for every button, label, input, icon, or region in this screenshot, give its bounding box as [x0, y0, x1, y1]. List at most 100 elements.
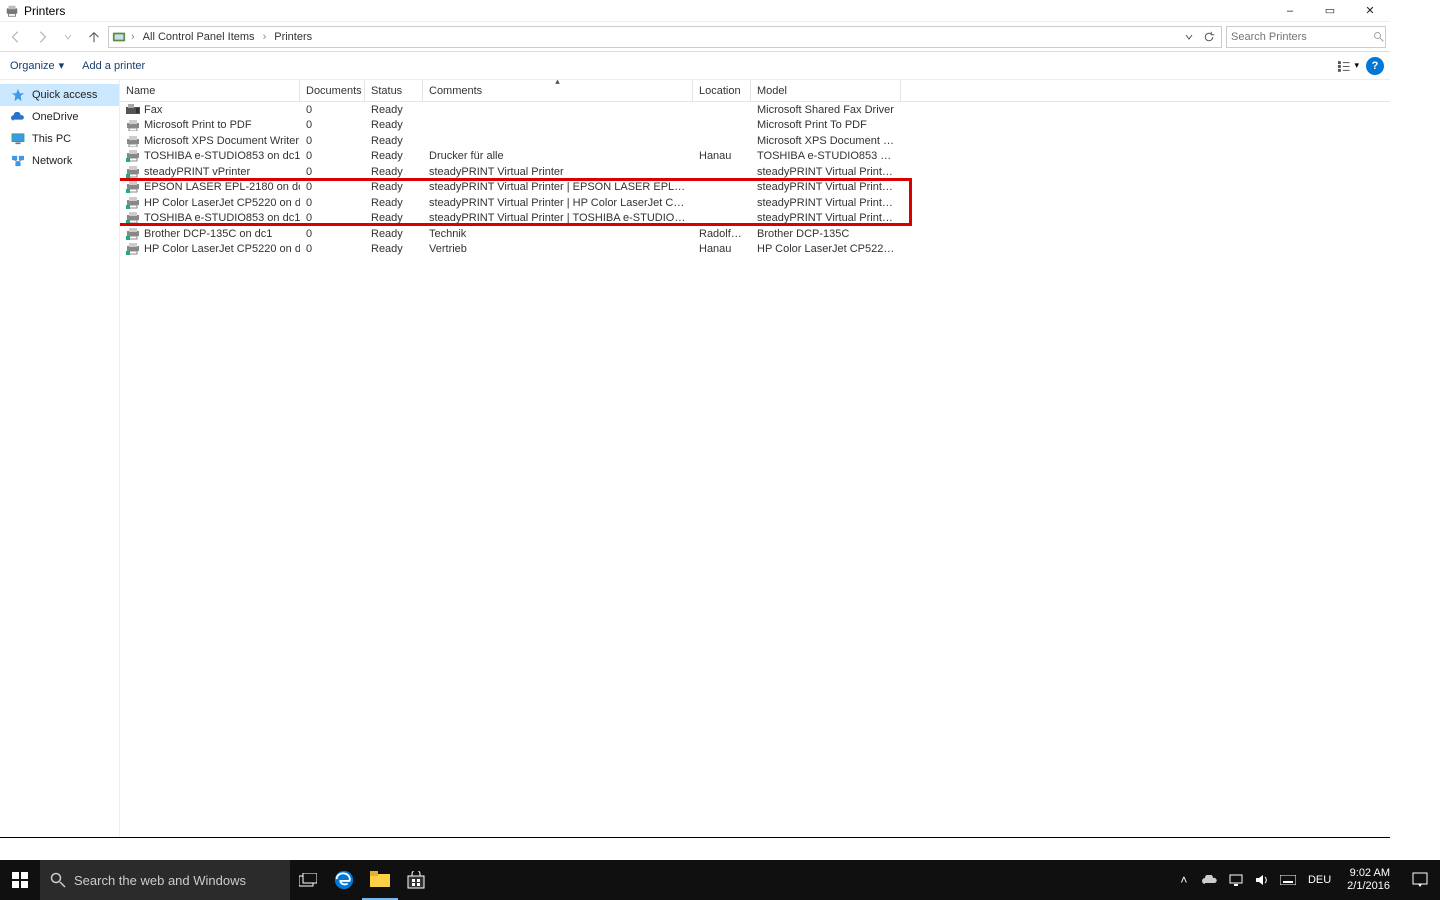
- system-tray: ˄ DEU 9:02 AM 2/1/2016: [1174, 860, 1440, 900]
- printer-status: Ready: [365, 228, 423, 240]
- printer-model: Microsoft Print To PDF: [751, 119, 901, 131]
- printer-row[interactable]: EPSON LASER EPL-2180 on dc1 vDirect0Read…: [120, 180, 1390, 196]
- search-input[interactable]: [1231, 31, 1373, 43]
- start-button[interactable]: [0, 860, 40, 900]
- help-button[interactable]: ?: [1366, 57, 1384, 75]
- printer-documents: 0: [300, 135, 365, 147]
- printer-icon: [126, 166, 140, 178]
- printer-documents: 0: [300, 104, 365, 116]
- printer-comments: steadyPRINT Virtual Printer: [423, 166, 693, 178]
- printer-model: Microsoft Shared Fax Driver: [751, 104, 901, 116]
- printer-comments: Technik: [423, 228, 693, 240]
- col-status[interactable]: Status: [365, 80, 423, 101]
- printer-model: Microsoft XPS Document Writer v4: [751, 135, 901, 147]
- printer-name: HP Color LaserJet CP5220 on dc1: [144, 243, 300, 255]
- breadcrumb[interactable]: › All Control Panel Items › Printers: [108, 26, 1222, 48]
- breadcrumb-item-0[interactable]: All Control Panel Items: [139, 31, 259, 43]
- printer-documents: 0: [300, 181, 365, 193]
- breadcrumb-history-dropdown[interactable]: [1179, 27, 1199, 47]
- printer-location: Radolfzell: [693, 228, 751, 240]
- this-pc-icon: [10, 131, 26, 147]
- col-name[interactable]: Name: [120, 80, 300, 101]
- up-button[interactable]: [82, 25, 106, 49]
- task-view-button[interactable]: [290, 860, 326, 900]
- printer-icon: [126, 104, 140, 116]
- file-explorer-icon[interactable]: [362, 860, 398, 900]
- printer-row[interactable]: Brother DCP-135C on dc10ReadyTechnikRado…: [120, 226, 1390, 242]
- organize-label: Organize: [10, 60, 55, 72]
- printer-icon: [126, 135, 140, 147]
- printer-documents: 0: [300, 243, 365, 255]
- printer-comments: steadyPRINT Virtual Printer | TOSHIBA e-…: [423, 212, 693, 224]
- printer-list: Name Documents Status ▴Comments Location…: [120, 80, 1390, 257]
- col-documents[interactable]: Documents: [300, 80, 365, 101]
- printer-row[interactable]: HP Color LaserJet CP5220 on dc10ReadyVer…: [120, 242, 1390, 258]
- store-icon[interactable]: [398, 860, 434, 900]
- view-options-button[interactable]: ▾: [1336, 55, 1360, 77]
- breadcrumb-item-1[interactable]: Printers: [270, 31, 316, 43]
- printer-model: HP Color LaserJet CP5220 Series PCL6: [751, 243, 901, 255]
- clock[interactable]: 9:02 AM 2/1/2016: [1341, 867, 1396, 893]
- printer-name: TOSHIBA e-STUDIO853 on dc1 vDirect: [144, 212, 300, 224]
- printer-name: HP Color LaserJet CP5220 on dc1 vDirect: [144, 197, 300, 209]
- breadcrumb-sep-icon: ›: [129, 31, 137, 43]
- clock-date: 2/1/2016: [1347, 880, 1390, 893]
- printer-name: Microsoft Print to PDF: [144, 119, 252, 131]
- printer-location: Hanau: [693, 243, 751, 255]
- printer-row[interactable]: Microsoft Print to PDF0ReadyMicrosoft Pr…: [120, 118, 1390, 134]
- printer-documents: 0: [300, 197, 365, 209]
- refresh-button[interactable]: [1199, 27, 1219, 47]
- sidebar-item-quick-access[interactable]: Quick access: [0, 84, 119, 106]
- taskbar-search[interactable]: Search the web and Windows: [40, 860, 290, 900]
- maximize-button[interactable]: ▭: [1310, 0, 1350, 22]
- printer-comments: steadyPRINT Virtual Printer | HP Color L…: [423, 197, 693, 209]
- dropdown-icon: ▾: [59, 59, 65, 72]
- window-title: Printers: [24, 4, 65, 18]
- forward-button[interactable]: [30, 25, 54, 49]
- printer-row[interactable]: HP Color LaserJet CP5220 on dc1 vDirect0…: [120, 195, 1390, 211]
- printer-row[interactable]: TOSHIBA e-STUDIO853 on dc1 vDirect0Ready…: [120, 211, 1390, 227]
- printer-status: Ready: [365, 212, 423, 224]
- sidebar-item-network[interactable]: Network: [0, 150, 119, 172]
- sidebar-item-label: This PC: [32, 133, 71, 145]
- printer-status: Ready: [365, 119, 423, 131]
- printer-row[interactable]: steadyPRINT vPrinter0ReadysteadyPRINT Vi…: [120, 164, 1390, 180]
- action-center-icon[interactable]: [1402, 860, 1438, 900]
- sidebar-item-label: OneDrive: [32, 111, 78, 123]
- recent-dropdown[interactable]: [56, 25, 80, 49]
- col-location[interactable]: Location: [693, 80, 751, 101]
- onedrive-tray-icon[interactable]: [1200, 860, 1220, 900]
- printer-row[interactable]: Microsoft XPS Document Writer0ReadyMicro…: [120, 133, 1390, 149]
- keyboard-tray-icon[interactable]: [1278, 860, 1298, 900]
- tray-chevron-up-icon[interactable]: ˄: [1174, 860, 1194, 900]
- printer-status: Ready: [365, 197, 423, 209]
- printer-status: Ready: [365, 150, 423, 162]
- sidebar-item-onedrive[interactable]: OneDrive: [0, 106, 119, 128]
- printer-documents: 0: [300, 212, 365, 224]
- add-printer-button[interactable]: Add a printer: [78, 58, 149, 74]
- printer-documents: 0: [300, 166, 365, 178]
- printer-row[interactable]: Fax0ReadyMicrosoft Shared Fax Driver: [120, 102, 1390, 118]
- network-tray-icon[interactable]: [1226, 860, 1246, 900]
- printer-name: steadyPRINT vPrinter: [144, 166, 250, 178]
- volume-tray-icon[interactable]: [1252, 860, 1272, 900]
- organize-menu[interactable]: Organize ▾: [6, 57, 68, 74]
- printer-row[interactable]: TOSHIBA e-STUDIO853 on dc10ReadyDrucker …: [120, 149, 1390, 165]
- printer-name: Brother DCP-135C on dc1: [144, 228, 272, 240]
- edge-icon[interactable]: [326, 860, 362, 900]
- back-button[interactable]: [4, 25, 28, 49]
- search-box[interactable]: [1226, 26, 1386, 48]
- printer-model: steadyPRINT Virtual Printer Driver: [751, 197, 901, 209]
- col-model[interactable]: Model: [751, 80, 901, 101]
- breadcrumb-sep-icon: ›: [261, 31, 269, 43]
- close-button[interactable]: ✕: [1350, 0, 1390, 22]
- minimize-button[interactable]: –: [1270, 0, 1310, 22]
- printer-location: Hanau: [693, 150, 751, 162]
- printer-icon: [126, 119, 140, 131]
- printer-status: Ready: [365, 135, 423, 147]
- sidebar-item-this-pc[interactable]: This PC: [0, 128, 119, 150]
- search-icon: [50, 872, 66, 888]
- printer-status: Ready: [365, 181, 423, 193]
- col-comments[interactable]: ▴Comments: [423, 80, 693, 101]
- language-indicator[interactable]: DEU: [1304, 874, 1335, 886]
